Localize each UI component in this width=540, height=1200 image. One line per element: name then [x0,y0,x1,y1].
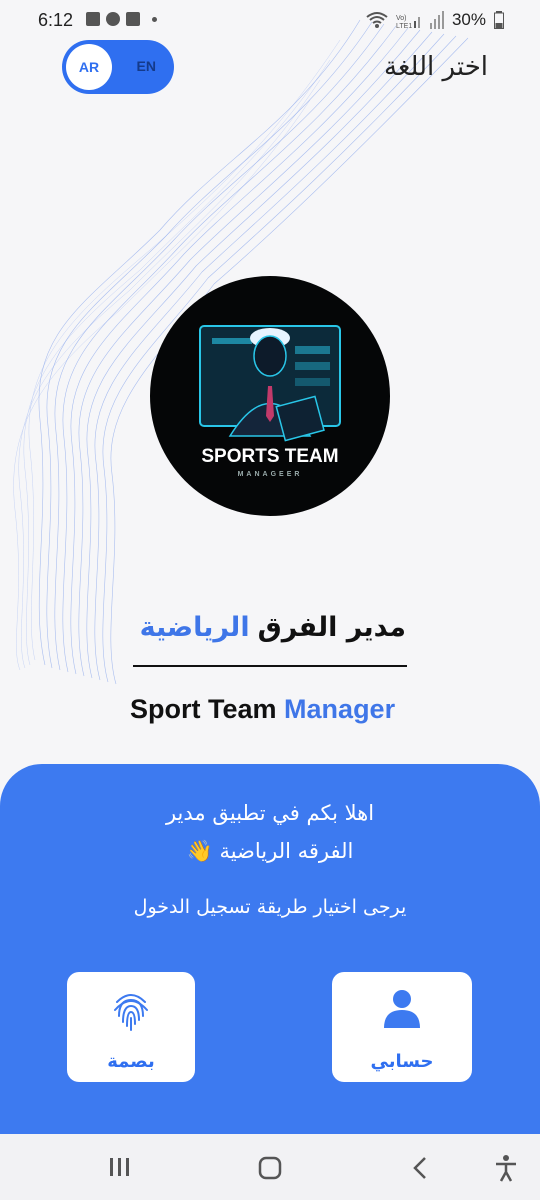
title-divider [133,665,407,667]
svg-text:LTE1: LTE1 [396,23,412,29]
welcome-line-1: اهلا بكم في تطبيق مدير [165,801,375,825]
login-prompt: يرجى اختيار طريقة تسجيل الدخول [133,896,407,918]
language-option-en[interactable]: EN [137,58,156,74]
back-icon[interactable] [412,1156,428,1180]
status-bar: 6:12 Vo) LTE1 30% [0,0,540,40]
app-title-english: Sport Team Manager [130,694,395,725]
battery-icon [494,11,504,29]
person-icon [384,990,420,1028]
app-title-en-part2: Manager [284,694,396,724]
app-title-arabic: مدير الفرق الرياضية [140,612,406,643]
home-icon[interactable] [258,1156,282,1180]
battery-percent: 30% [451,10,486,29]
logo-text: SPORTS TEAM [201,446,339,467]
app-title-ar-part1: مدير الفرق [257,612,406,643]
facebook-icon [106,12,120,26]
app-logo: SPORTS TEAM MANAGEER [150,276,390,516]
status-right: Vo) LTE1 30% [366,10,504,30]
svg-text:Vo): Vo) [396,15,407,22]
fingerprint-icon [114,994,148,1031]
lte-signal-icon: Vo)LTE1 [396,15,420,29]
news-icon [126,12,140,26]
language-toggle[interactable]: AR EN [62,40,174,94]
signal-icon [429,11,444,29]
fingerprint-label: بصمة [107,1051,155,1072]
language-label: اختر اللغة [384,52,488,82]
wifi-icon [366,12,388,28]
app-title-ar-part2: الرياضية [139,612,250,643]
recents-icon[interactable] [108,1156,132,1178]
login-panel: اهلا بكم في تطبيق مدير الفرقه الرياضية 👋… [0,764,540,1134]
welcome-message: اهلا بكم في تطبيق مدير الفرقه الرياضية 👋 [0,794,540,870]
system-nav-bar [0,1134,540,1200]
gallery-icon [86,12,100,26]
status-time: 6:12 [38,10,74,30]
account-login-button[interactable]: حسابي [332,972,472,1082]
notification-icons [86,12,157,26]
language-option-ar[interactable]: AR [66,44,112,90]
welcome-line-2: الفرقه الرياضية 👋 [186,839,354,863]
accessibility-icon[interactable] [494,1154,518,1182]
logo-subtext: MANAGEER [237,471,303,478]
app-title-en-part1: Sport Team [130,694,277,724]
fingerprint-login-button[interactable]: بصمة [67,972,195,1082]
more-notifications-icon [152,16,157,22]
account-label: حسابي [370,1051,434,1072]
logo-artwork [199,325,341,442]
